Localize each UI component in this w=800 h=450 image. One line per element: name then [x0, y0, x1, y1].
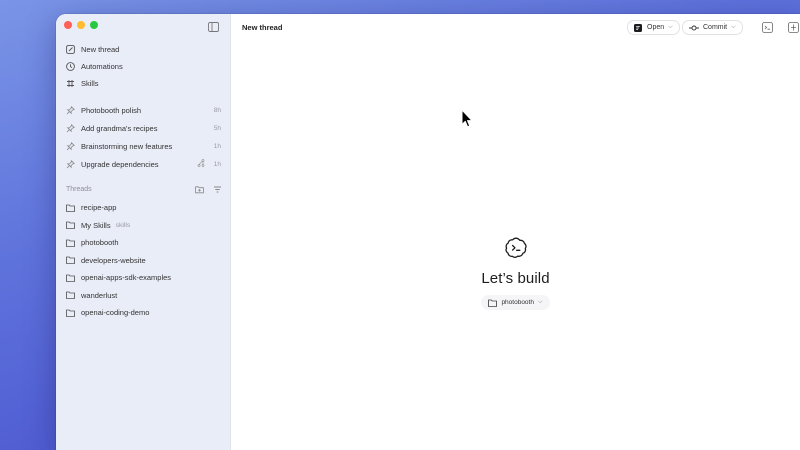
sidebar-item-label: Automations — [81, 62, 123, 71]
sidebar-item-label: New thread — [81, 45, 120, 54]
thread-folder-wanderlust[interactable]: wanderlust — [56, 287, 230, 305]
open-button-label: Open — [647, 24, 665, 31]
close-window-button[interactable] — [64, 21, 72, 29]
thread-folder-photobooth[interactable]: photobooth — [56, 234, 230, 252]
chevron-down-icon: ⌵ — [731, 24, 736, 30]
folder-icon — [66, 308, 75, 317]
main-pane: New thread Open ⌵ Commit ⌵ Let’s build p… — [231, 14, 800, 450]
pinned-thread-time: 1h — [213, 160, 221, 168]
sidebar: New thread Automations Skills Photobooth… — [56, 14, 231, 450]
hero-title: Let’s build — [481, 270, 550, 287]
editor-app-icon — [634, 23, 642, 32]
codex-logo-icon — [504, 237, 527, 258]
pinned-thread-brainstorming[interactable]: Brainstorming new features 1h — [56, 137, 230, 155]
thread-folder-label: openai-coding-demo — [81, 308, 150, 318]
threads-section-actions — [195, 185, 222, 194]
mouse-cursor-icon — [461, 109, 473, 128]
folder-icon — [66, 203, 75, 212]
folder-icon — [66, 238, 75, 247]
diff-panel-icon[interactable] — [788, 22, 799, 33]
thread-folder-developers-website[interactable]: developers-website — [56, 252, 230, 270]
thread-folder-label: My Skills — [81, 220, 111, 230]
commit-button-label: Commit — [703, 24, 728, 31]
folder-icon — [66, 291, 75, 300]
thread-title: New thread — [242, 23, 283, 32]
pin-icon — [66, 123, 75, 133]
thread-folder-label: recipe-app — [81, 203, 117, 213]
filter-icon[interactable] — [213, 185, 222, 194]
folder-icon — [488, 299, 498, 307]
commit-button[interactable]: Commit ⌵ — [682, 20, 743, 35]
sidebar-toggle-icon[interactable] — [208, 22, 219, 32]
zoom-window-button[interactable] — [90, 21, 98, 29]
pinned-thread-label: Brainstorming new features — [81, 141, 173, 151]
pin-icon — [66, 159, 75, 169]
clock-icon — [66, 62, 75, 71]
new-folder-icon[interactable] — [195, 185, 204, 194]
sidebar-item-automations[interactable]: Automations — [56, 58, 230, 75]
thread-folder-label: openai-apps-sdk-examples — [81, 273, 172, 283]
threads-section-header: Threads — [56, 181, 230, 198]
chevron-down-icon: ⌵ — [537, 299, 543, 305]
sidebar-menu: New thread Automations Skills Photobooth… — [56, 41, 230, 322]
thread-folder-label: developers-website — [81, 255, 146, 265]
chevron-down-icon: ⌵ — [668, 24, 673, 30]
branch-icon — [197, 159, 205, 169]
thread-folder-label: photobooth — [81, 238, 119, 248]
folder-icon — [66, 221, 75, 230]
thread-folder-recipe-app[interactable]: recipe-app — [56, 199, 230, 217]
skills-icon — [66, 79, 75, 88]
thread-folder-openai-apps-sdk-examples[interactable]: openai-apps-sdk-examples — [56, 269, 230, 287]
pin-icon — [66, 141, 75, 151]
thread-folder-openai-coding-demo[interactable]: openai-coding-demo — [56, 304, 230, 322]
minimize-window-button[interactable] — [77, 21, 85, 29]
pinned-thread-grandmas-recipes[interactable]: Add grandma's recipes 5h — [56, 119, 230, 137]
pinned-thread-photobooth-polish[interactable]: Photobooth polish 8h — [56, 101, 230, 119]
thread-folder-sublabel: skills — [115, 221, 131, 229]
project-selector-label: photobooth — [501, 299, 534, 306]
window-controls — [64, 21, 98, 29]
terminal-icon[interactable] — [762, 22, 773, 33]
pin-icon — [66, 105, 75, 115]
thread-folder-my-skills[interactable]: My Skills skills — [56, 217, 230, 235]
pinned-thread-time: 8h — [213, 106, 221, 114]
sidebar-item-new-thread[interactable]: New thread — [56, 41, 230, 58]
thread-folder-label: wanderlust — [81, 290, 118, 300]
pinned-thread-label: Add grandma's recipes — [81, 123, 158, 133]
project-selector[interactable]: photobooth ⌵ — [481, 295, 550, 310]
pinned-thread-upgrade-dependencies[interactable]: Upgrade dependencies 1h — [56, 155, 230, 173]
empty-state: Let’s build photobooth ⌵ — [231, 236, 800, 310]
folder-icon — [66, 273, 75, 282]
top-bar: New thread Open ⌵ Commit ⌵ — [231, 14, 800, 41]
sidebar-item-label: Skills — [81, 79, 99, 88]
commit-icon — [689, 25, 699, 30]
pinned-thread-time: 1h — [213, 142, 221, 150]
pinned-thread-label: Upgrade dependencies — [81, 159, 159, 169]
app-window: New thread Automations Skills Photobooth… — [56, 14, 800, 450]
open-button[interactable]: Open ⌵ — [627, 20, 680, 35]
folder-icon — [66, 256, 75, 265]
pinned-thread-label: Photobooth polish — [81, 105, 142, 115]
threads-section-title: Threads — [66, 186, 92, 193]
pinned-thread-time: 5h — [213, 124, 221, 132]
sidebar-item-skills[interactable]: Skills — [56, 75, 230, 92]
new-thread-icon — [66, 45, 75, 54]
